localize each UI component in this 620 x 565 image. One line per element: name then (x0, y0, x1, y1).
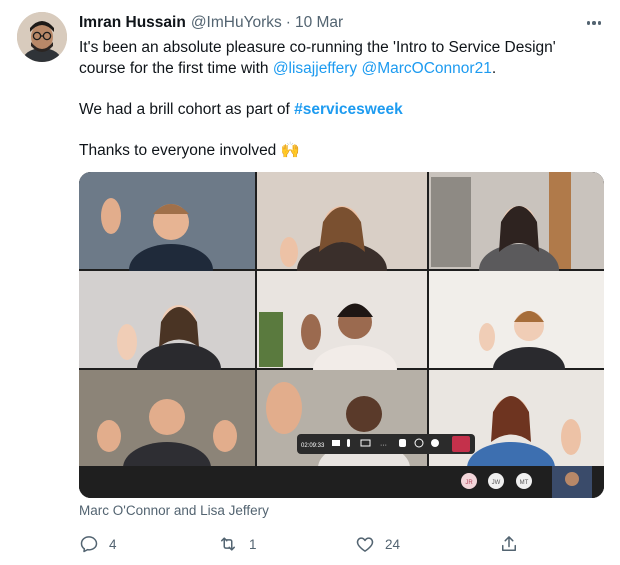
image-caption[interactable]: Marc O'Connor and Lisa Jeffery (79, 503, 269, 518)
svg-text:MT: MT (520, 480, 529, 486)
tweet-text: It's been an absolute pleasure co-runnin… (79, 37, 599, 161)
tweet-line-2-end: . (491, 60, 497, 77)
mention-lisajjeffery[interactable]: @lisajjeffery (273, 60, 357, 77)
tweet-line-4: Thanks to everyone involved 🙌 (79, 140, 599, 161)
heart-icon (356, 537, 374, 552)
tweet-line-3: We had a brill cohort as part of #servic… (79, 99, 599, 120)
retweet-count: 1 (249, 536, 257, 552)
call-timer: 02:09:33 (301, 443, 325, 449)
tweet: Imran Hussain @ImHuYorks · 10 Mar It's b… (0, 0, 620, 565)
author-avatar[interactable] (17, 12, 67, 62)
end-call-button (452, 436, 470, 452)
camera-icon (332, 440, 340, 446)
header-separator: · (285, 14, 291, 31)
tweet-image[interactable]: 02:09:33 ··· JR JW MT (79, 172, 604, 498)
mention-marcoconnor21[interactable]: @MarcOConnor21 (362, 60, 492, 77)
tweet-line-1: It's been an absolute pleasure co-runnin… (79, 39, 556, 56)
reply-button[interactable]: 4 (79, 531, 117, 557)
svg-text:JR: JR (465, 480, 473, 486)
tweet-line-3-text: We had a brill cohort as part of (79, 101, 295, 118)
more-call-options-icon: ··· (380, 442, 387, 449)
svg-text:JW: JW (492, 480, 501, 486)
reply-icon (80, 536, 98, 553)
author-handle[interactable]: @ImHuYorks (191, 14, 282, 32)
tweet-actions: 4 1 24 (79, 531, 539, 557)
share-button[interactable] (499, 531, 519, 557)
video-call-grid: 02:09:33 ··· JR JW MT (79, 172, 604, 498)
retweet-icon (221, 537, 235, 551)
tweet-line-2: course for the first time with @lisajjef… (79, 58, 599, 79)
reply-count: 4 (109, 536, 117, 552)
tweet-date[interactable]: 10 Mar (295, 14, 343, 32)
call-controls: 02:09:33 ··· (297, 434, 475, 454)
raised-hands-emoji: 🙌 (280, 142, 300, 159)
share-icon (502, 536, 516, 551)
participants-icon (431, 439, 439, 447)
like-button[interactable]: 24 (355, 531, 400, 557)
participant-strip: JR JW MT (79, 466, 604, 498)
hashtag-servicesweek[interactable]: #servicesweek (294, 101, 403, 118)
tweet-line-2-text: course for the first time with (79, 60, 273, 77)
retweet-button[interactable]: 1 (217, 531, 257, 557)
more-options-button[interactable] (583, 13, 605, 33)
author-name[interactable]: Imran Hussain (79, 14, 186, 32)
tweet-header: Imran Hussain @ImHuYorks · 10 Mar (79, 12, 343, 34)
more-horizontal-icon (586, 21, 591, 25)
like-count: 24 (385, 536, 401, 552)
tweet-line-4-text: Thanks to everyone involved (79, 142, 277, 159)
microphone-icon (347, 439, 350, 447)
raise-hand-icon (399, 439, 406, 447)
